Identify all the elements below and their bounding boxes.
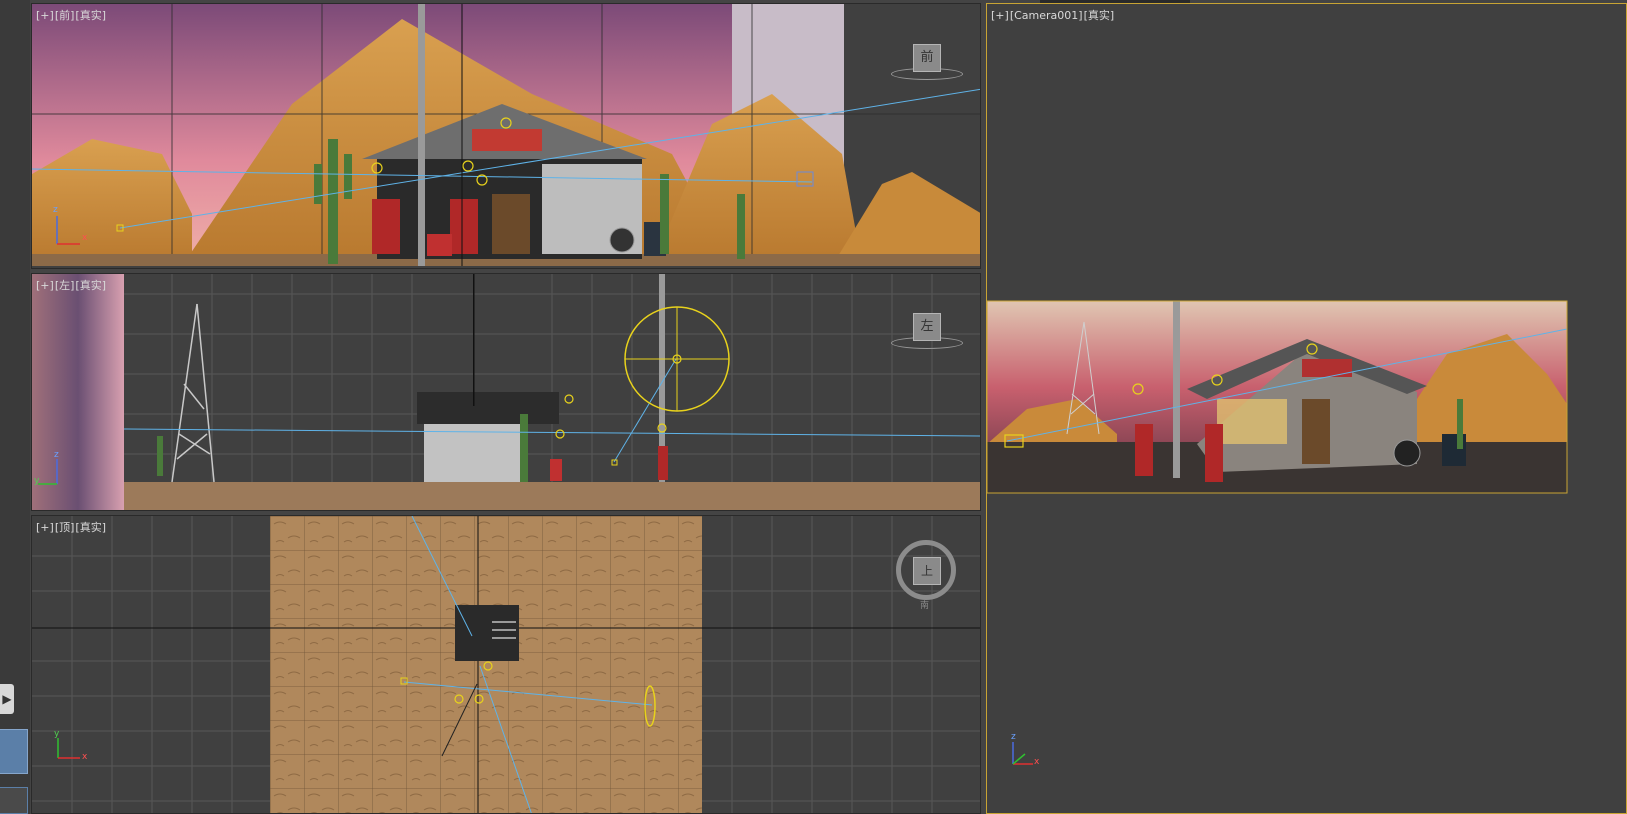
axis-label-y: y	[34, 476, 40, 486]
viewport-front[interactable]: [+][前][真实] 前 z x	[31, 3, 981, 269]
ground-side	[124, 482, 980, 510]
front-scene	[32, 4, 980, 268]
viewport-camera[interactable]: [+][Camera001][真实] z x	[986, 3, 1627, 814]
axis-label-z: z	[1011, 732, 1016, 742]
light-pole-camera	[1173, 301, 1180, 478]
viewcube-face-top[interactable]: 上	[913, 557, 941, 585]
viewport-shading-mode[interactable]: [真实]	[75, 9, 106, 22]
viewport-label-left[interactable]: [+][左][真实]	[36, 277, 107, 293]
viewport-shading-mode[interactable]: [真实]	[75, 521, 106, 534]
light-pole	[418, 4, 425, 266]
viewport-menu-plus[interactable]: [+]	[991, 9, 1009, 22]
viewport-view-name[interactable]: [前]	[55, 9, 75, 22]
viewport-menu-plus[interactable]: [+]	[36, 279, 54, 292]
gas-pump-1	[1135, 424, 1153, 476]
viewport-shading-mode[interactable]: [真实]	[1084, 9, 1115, 22]
viewcube-icon[interactable]: 上	[896, 540, 956, 600]
axis-label-x: x	[82, 233, 88, 243]
gas-pump-2	[1205, 424, 1223, 482]
viewport-view-name[interactable]: [Camera001]	[1010, 9, 1083, 22]
viewport-label-top[interactable]: [+][顶][真实]	[36, 519, 107, 535]
axis-label-z: z	[53, 205, 58, 215]
axis-label-x: x	[1034, 757, 1040, 767]
command-panel-button-secondary[interactable]	[0, 787, 28, 814]
viewport-top[interactable]: [+][顶][真实] 上 南 y x	[31, 515, 981, 814]
viewport-menu-plus[interactable]: [+]	[36, 521, 54, 534]
camera-render-frame	[987, 300, 1568, 494]
command-panel-button[interactable]	[0, 729, 28, 774]
station-roof-side	[417, 392, 559, 424]
viewport-view-name[interactable]: [顶]	[55, 521, 75, 534]
axis-label-y: y	[54, 729, 60, 739]
ground-plane-top	[270, 516, 702, 813]
viewcube-icon[interactable]: 左	[913, 313, 941, 341]
camera-scene	[987, 4, 1626, 813]
viewport-label-camera[interactable]: [+][Camera001][真实]	[991, 7, 1115, 23]
viewport-menu-plus[interactable]: [+]	[36, 9, 54, 22]
play-icon[interactable]: ▶	[0, 684, 14, 714]
viewport-shading-mode[interactable]: [真实]	[75, 279, 106, 292]
axis-label-z: z	[54, 450, 59, 460]
viewport-left[interactable]: [+][左][真实] 左 z y	[31, 273, 981, 511]
station-wall-side	[424, 424, 524, 482]
viewport-view-name[interactable]: [左]	[55, 279, 75, 292]
axis-label-x: x	[82, 752, 88, 762]
viewport-label-front[interactable]: [+][前][真实]	[36, 7, 107, 23]
left-scene	[32, 274, 980, 510]
station-roof-top	[455, 605, 519, 661]
sky-backdrop-side	[32, 274, 124, 510]
viewcube-icon[interactable]: 前	[913, 44, 941, 72]
top-scene	[32, 516, 980, 813]
